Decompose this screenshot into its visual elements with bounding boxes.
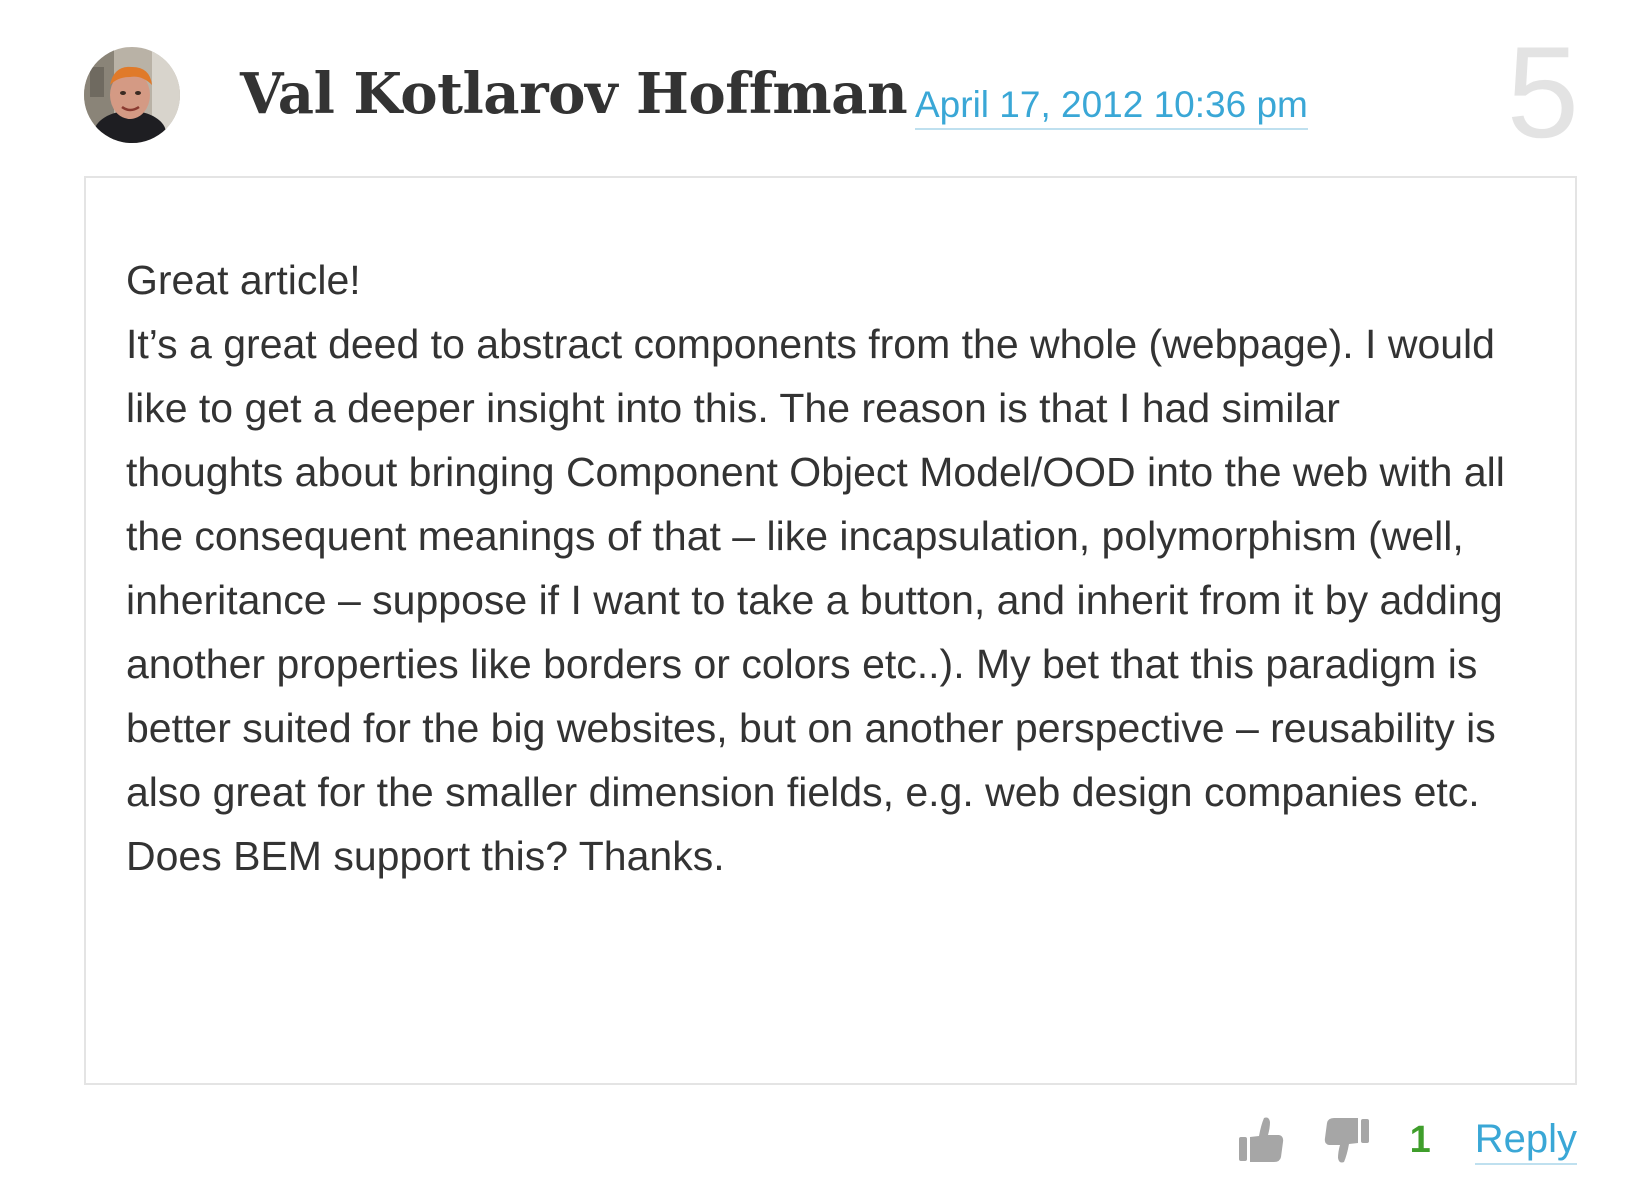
comment: Val Kotlarov Hoffman April 17, 2012 10:3… xyxy=(0,0,1649,1202)
comment-text: Great article! It’s a great deed to abst… xyxy=(126,248,1506,888)
comment-text-line: Great article! xyxy=(126,257,361,303)
comment-actions: 1 Reply xyxy=(1236,1110,1577,1170)
vote-count: 1 xyxy=(1409,1118,1431,1161)
avatar-photo xyxy=(84,47,180,143)
thumbs-down-icon[interactable] xyxy=(1322,1113,1372,1167)
thumbs-up-icon-graphic xyxy=(1238,1117,1283,1162)
reply-link[interactable]: Reply xyxy=(1474,1115,1577,1165)
avatar[interactable] xyxy=(84,47,180,143)
thumbs-down-icon-graphic xyxy=(1324,1118,1369,1163)
thumbs-up-icon[interactable] xyxy=(1236,1113,1286,1167)
comment-number: 5 xyxy=(1506,19,1579,165)
comment-body: Great article! It’s a great deed to abst… xyxy=(84,176,1577,1085)
comment-author[interactable]: Val Kotlarov Hoffman xyxy=(240,58,908,130)
comment-text-line: It’s a great deed to abstract components… xyxy=(126,321,1505,879)
comment-date-link[interactable]: April 17, 2012 10:36 pm xyxy=(915,82,1308,130)
